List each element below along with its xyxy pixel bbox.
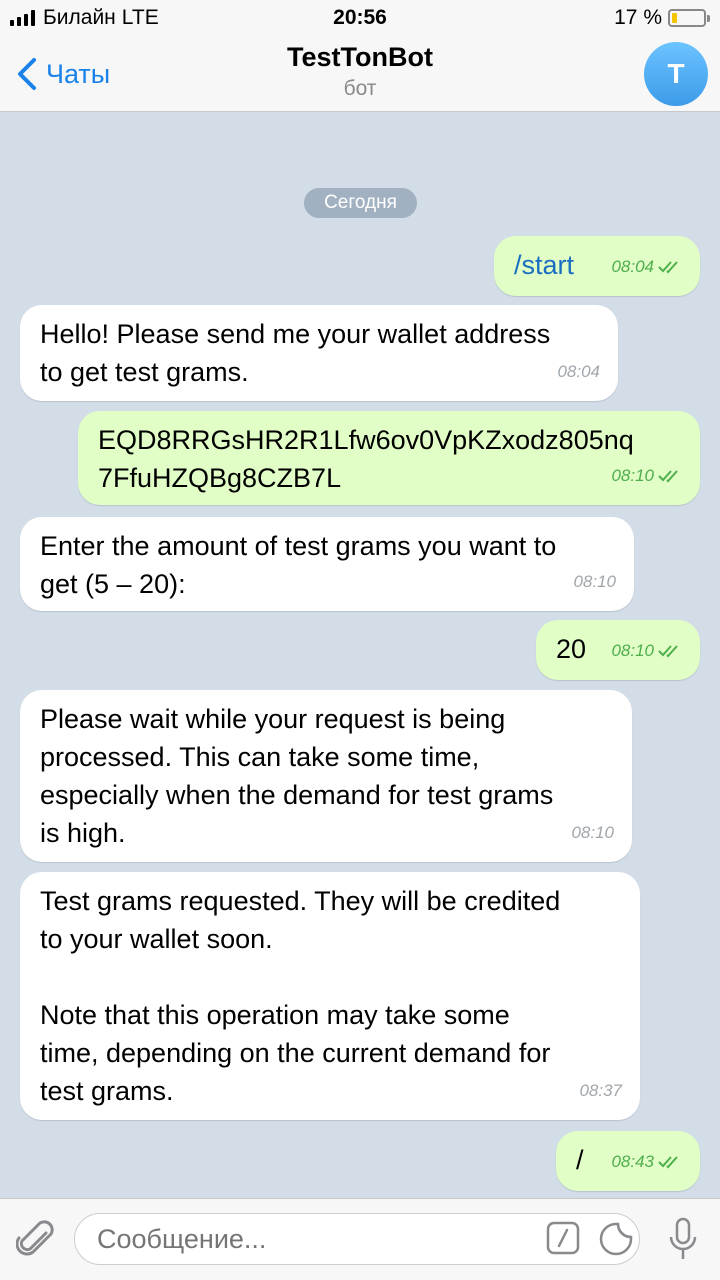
message-meta: 08:04 [611,248,682,286]
microphone-icon[interactable] [666,1217,700,1263]
message-bubble-outgoing[interactable]: EQD8RRGsHR2R1Lfw6ov0VpKZxodz805nq 7FfuHZ… [78,411,700,505]
composer-bar [0,1198,720,1280]
message-time: 08:04 [611,257,654,276]
message-meta: 08:10 [571,814,614,852]
double-check-icon [658,261,678,274]
message-bubble-outgoing[interactable]: 20 08:10 [536,620,700,680]
avatar-letter: T [667,58,685,89]
message-time: 08:37 [579,1081,622,1100]
chat-title-block[interactable]: TestTonBot бот [160,42,560,101]
command-icon[interactable] [546,1221,580,1255]
message-time: 08:10 [571,823,614,842]
message-bubble-incoming[interactable]: Enter the amount of test grams you want … [20,517,634,611]
battery-percent: 17 % [614,6,662,29]
message-meta: 08:10 [611,457,682,495]
double-check-icon [658,645,678,658]
message-text: Enter the amount of test grams you want … [40,531,557,599]
message-text: Please wait while your request is being … [40,704,554,848]
double-check-icon [658,1156,678,1169]
double-check-icon [658,470,678,483]
back-chevron-icon [18,58,36,90]
message-time: 08:10 [611,641,654,660]
message-meta: 08:43 [611,1143,682,1181]
message-meta: 08:10 [611,632,682,670]
message-bubble-outgoing[interactable]: /start 08:04 [494,236,700,296]
message-time: 08:04 [557,362,600,381]
back-button[interactable]: Чаты [10,54,110,94]
message-meta: 08:37 [579,1072,622,1110]
message-meta: 08:10 [573,563,616,601]
battery-icon [668,9,710,27]
message-bubble-incoming[interactable]: Test grams requested. They will be credi… [20,872,640,1120]
message-bubble-outgoing[interactable]: / 08:43 [556,1131,700,1191]
avatar[interactable]: T [644,42,708,106]
message-text: Test grams requested. They will be credi… [40,886,561,1106]
chat-subtitle: бот [343,77,377,100]
message-bubble-incoming[interactable]: Hello! Please send me your wallet addres… [20,305,618,401]
attach-icon[interactable] [16,1219,56,1263]
message-time: 08:10 [611,466,654,485]
message-bubble-incoming[interactable]: Please wait while your request is being … [20,690,632,862]
message-meta: 08:04 [557,353,600,391]
message-text: EQD8RRGsHR2R1Lfw6ov0VpKZxodz805nq 7FfuHZ… [98,425,634,493]
sticker-icon[interactable] [598,1221,634,1257]
chat-header: Чаты TestTonBot бот T [0,36,720,112]
status-bar: Билайн LTE 20:56 17 % [0,0,720,36]
message-text: Hello! Please send me your wallet addres… [40,319,551,387]
message-time: 08:10 [573,572,616,591]
battery-level [672,13,678,23]
chat-title: TestTonBot [287,42,433,72]
status-time: 20:56 [333,6,387,29]
status-right: 17 % [614,6,710,30]
message-time: 08:43 [611,1152,654,1171]
date-separator: Сегодня [304,188,417,218]
back-label: Чаты [46,58,111,89]
message-list[interactable]: Сегодня /start 08:04 Hello! Please send … [0,113,720,1198]
